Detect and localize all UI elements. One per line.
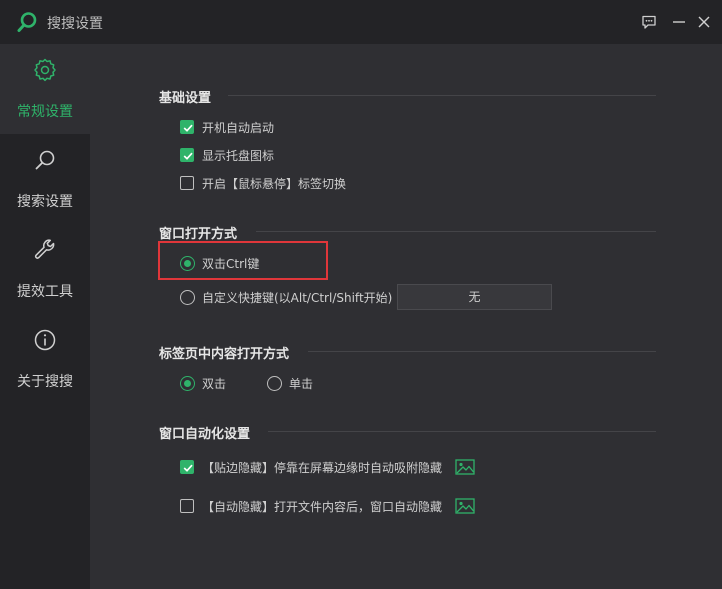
edge-hide-checkbox[interactable] [180,460,194,474]
single-click-label[interactable]: 单击 [289,375,313,392]
custom-shortcut-label[interactable]: 自定义快捷键(以Alt/Ctrl/Shift开始) [202,289,392,306]
search-icon [35,150,55,170]
sidebar-item-label: 搜索设置 [17,194,73,210]
autostart-checkbox[interactable] [180,120,194,134]
autostart-label[interactable]: 开机自动启动 [202,119,274,136]
section-title-auto: 窗口自动化设置 [159,427,251,442]
section-title-tab-open: 标签页中内容打开方式 [159,347,290,362]
tray-icon-label[interactable]: 显示托盘图标 [202,147,274,164]
section-divider [228,95,656,96]
title-bar: 搜搜设置 [0,0,722,44]
sidebar-item-label: 常规设置 [17,104,73,120]
sidebar-item-general[interactable]: 常规设置 [0,44,90,134]
custom-shortcut-radio[interactable] [180,290,195,305]
section-divider [308,351,656,352]
shortcut-input[interactable]: 无 [397,284,552,310]
tray-icon-checkbox[interactable] [180,148,194,162]
minimize-icon[interactable] [670,13,688,31]
wrench-icon [34,239,55,259]
double-click-radio[interactable] [180,376,195,391]
sidebar-item-search[interactable]: 搜索设置 [0,134,90,224]
double-ctrl-label[interactable]: 双击Ctrl键 [202,255,259,272]
double-click-label[interactable]: 双击 [202,375,226,392]
sidebar-item-label: 关于搜搜 [17,374,73,390]
auto-hide-label[interactable]: 【自动隐藏】打开文件内容后，窗口自动隐藏 [202,498,442,515]
image-preview-icon[interactable] [455,459,475,475]
hover-switch-label[interactable]: 开启【鼠标悬停】标签切换 [202,175,346,192]
section-title-window-open: 窗口打开方式 [159,227,238,242]
feedback-icon[interactable] [640,13,658,31]
window-title: 搜搜设置 [47,16,103,32]
sidebar-item-tools[interactable]: 提效工具 [0,224,90,314]
section-divider [256,231,656,232]
single-click-radio[interactable] [267,376,282,391]
section-divider [268,431,656,432]
edge-hide-label[interactable]: 【贴边隐藏】停靠在屏幕边缘时自动吸附隐藏 [202,459,442,476]
double-ctrl-radio[interactable] [180,256,195,271]
sidebar: 常规设置 搜索设置 提效工具 关于搜搜 [0,44,90,589]
sidebar-item-label: 提效工具 [17,284,73,300]
hover-switch-checkbox[interactable] [180,176,194,190]
auto-hide-checkbox[interactable] [180,499,194,513]
gear-icon [34,58,56,82]
image-preview-icon[interactable] [455,498,475,514]
info-icon [34,329,56,351]
close-icon[interactable] [695,13,713,31]
app-logo-icon [17,12,37,32]
sidebar-item-about[interactable]: 关于搜搜 [0,314,90,404]
section-title-basic: 基础设置 [159,91,212,106]
